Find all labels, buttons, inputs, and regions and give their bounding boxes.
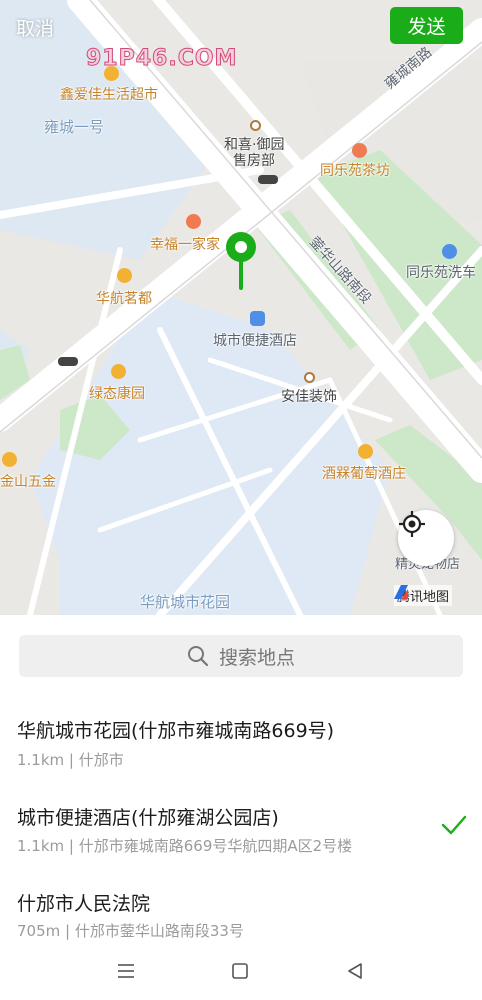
map-label-anjia[interactable]: 安佳装饰 — [281, 386, 337, 406]
result-title: 城市便捷酒店(什邡雍湖公园店) — [17, 807, 279, 829]
check-icon — [441, 815, 467, 835]
search-placeholder: 搜索地点 — [218, 646, 295, 669]
locate-crosshair-icon — [399, 511, 425, 537]
result-item[interactable]: 华航城市花园(什邡市雍城南路669号) 1.1km | 什邡市 — [0, 700, 482, 780]
map-label-hexi-line2[interactable]: 售房部 — [233, 150, 275, 170]
search-icon — [187, 646, 209, 667]
tea-poi-icon[interactable] — [117, 268, 132, 283]
result-title: 华航城市花园(什邡市雍城南路669号) — [17, 720, 335, 742]
map-label-huahang-tea[interactable]: 华航茗都 — [96, 288, 152, 308]
map-label-carwash[interactable]: 同乐苑洗车 — [406, 262, 476, 282]
map-label-supermarket[interactable]: 鑫爱佳生活超市 — [60, 84, 158, 104]
result-address: 什邡市蓥华山路南段33号 — [74, 922, 244, 940]
tencent-map-logo-icon — [394, 585, 408, 599]
map-label-yongcheng1: 雍城一号 — [44, 118, 105, 136]
menu-icon[interactable] — [116, 962, 136, 980]
result-item[interactable]: 城市便捷酒店(什邡雍湖公园店) 1.1km | 什邡市雍城南路669号华航四期A… — [0, 786, 482, 866]
back-icon[interactable] — [346, 962, 364, 980]
hardware-poi-icon[interactable] — [2, 452, 17, 467]
system-nav-bar — [0, 950, 482, 1000]
result-item[interactable]: 什邡市人民法院 705m | 什邡市蓥华山路南段33号 — [0, 872, 482, 948]
cancel-button[interactable]: 取消 — [16, 14, 54, 41]
watermark: 91P46.COM — [85, 46, 238, 72]
map-label-lvtai[interactable]: 绿态康园 — [89, 383, 145, 403]
result-distance: 705m — [17, 922, 61, 940]
map-label-happy-family[interactable]: 幸福一家家 — [150, 234, 220, 254]
map-label-tea[interactable]: 同乐苑茶坊 — [320, 160, 390, 180]
send-button[interactable]: 发送 — [390, 7, 463, 44]
map-label-garden: 华航城市花园 — [140, 593, 231, 611]
result-separator: | — [60, 922, 75, 940]
map-brand: 腾讯地图 — [394, 585, 453, 606]
result-distance: 1.1km — [17, 837, 65, 855]
result-title: 什邡市人民法院 — [17, 893, 151, 915]
result-subtitle: 1.1km | 什邡市雍城南路669号华航四期A区2号楼 — [17, 835, 352, 856]
result-distance: 1.1km — [17, 751, 65, 769]
tea-house-poi-icon[interactable] — [352, 143, 367, 158]
map-view[interactable]: 鑫爱佳生活超市 雍城一号 和喜·御园 售房部 同乐苑茶坊 雍城南路 蓥华山路南段… — [0, 0, 482, 615]
result-subtitle: 1.1km | 什邡市 — [17, 749, 124, 770]
traffic-light-icon — [58, 357, 78, 366]
home-icon[interactable] — [231, 962, 249, 980]
result-address: 什邡市雍城南路669号华航四期A区2号楼 — [78, 837, 353, 855]
decoration-poi-icon[interactable] — [304, 372, 315, 383]
result-separator: | — [64, 751, 79, 769]
result-subtitle: 705m | 什邡市蓥华山路南段33号 — [17, 920, 244, 941]
map-label-hotel[interactable]: 城市便捷酒店 — [213, 330, 297, 350]
locate-me-button[interactable] — [398, 510, 454, 566]
traffic-light-icon — [258, 175, 278, 184]
result-address: 什邡市 — [78, 751, 124, 769]
hotel-poi-icon[interactable] — [250, 311, 265, 326]
search-input[interactable]: 搜索地点 — [19, 635, 463, 677]
carwash-poi-icon[interactable] — [442, 244, 457, 259]
winery-poi-icon[interactable] — [358, 444, 373, 459]
result-separator: | — [64, 837, 79, 855]
map-label-jinshan[interactable]: 金山五金 — [0, 471, 56, 491]
sales-office-poi-icon[interactable] — [250, 120, 261, 131]
map-label-wine[interactable]: 酒槑葡萄酒庄 — [322, 463, 406, 483]
restaurant-poi-icon[interactable] — [186, 214, 201, 229]
residence-poi-icon[interactable] — [111, 364, 126, 379]
